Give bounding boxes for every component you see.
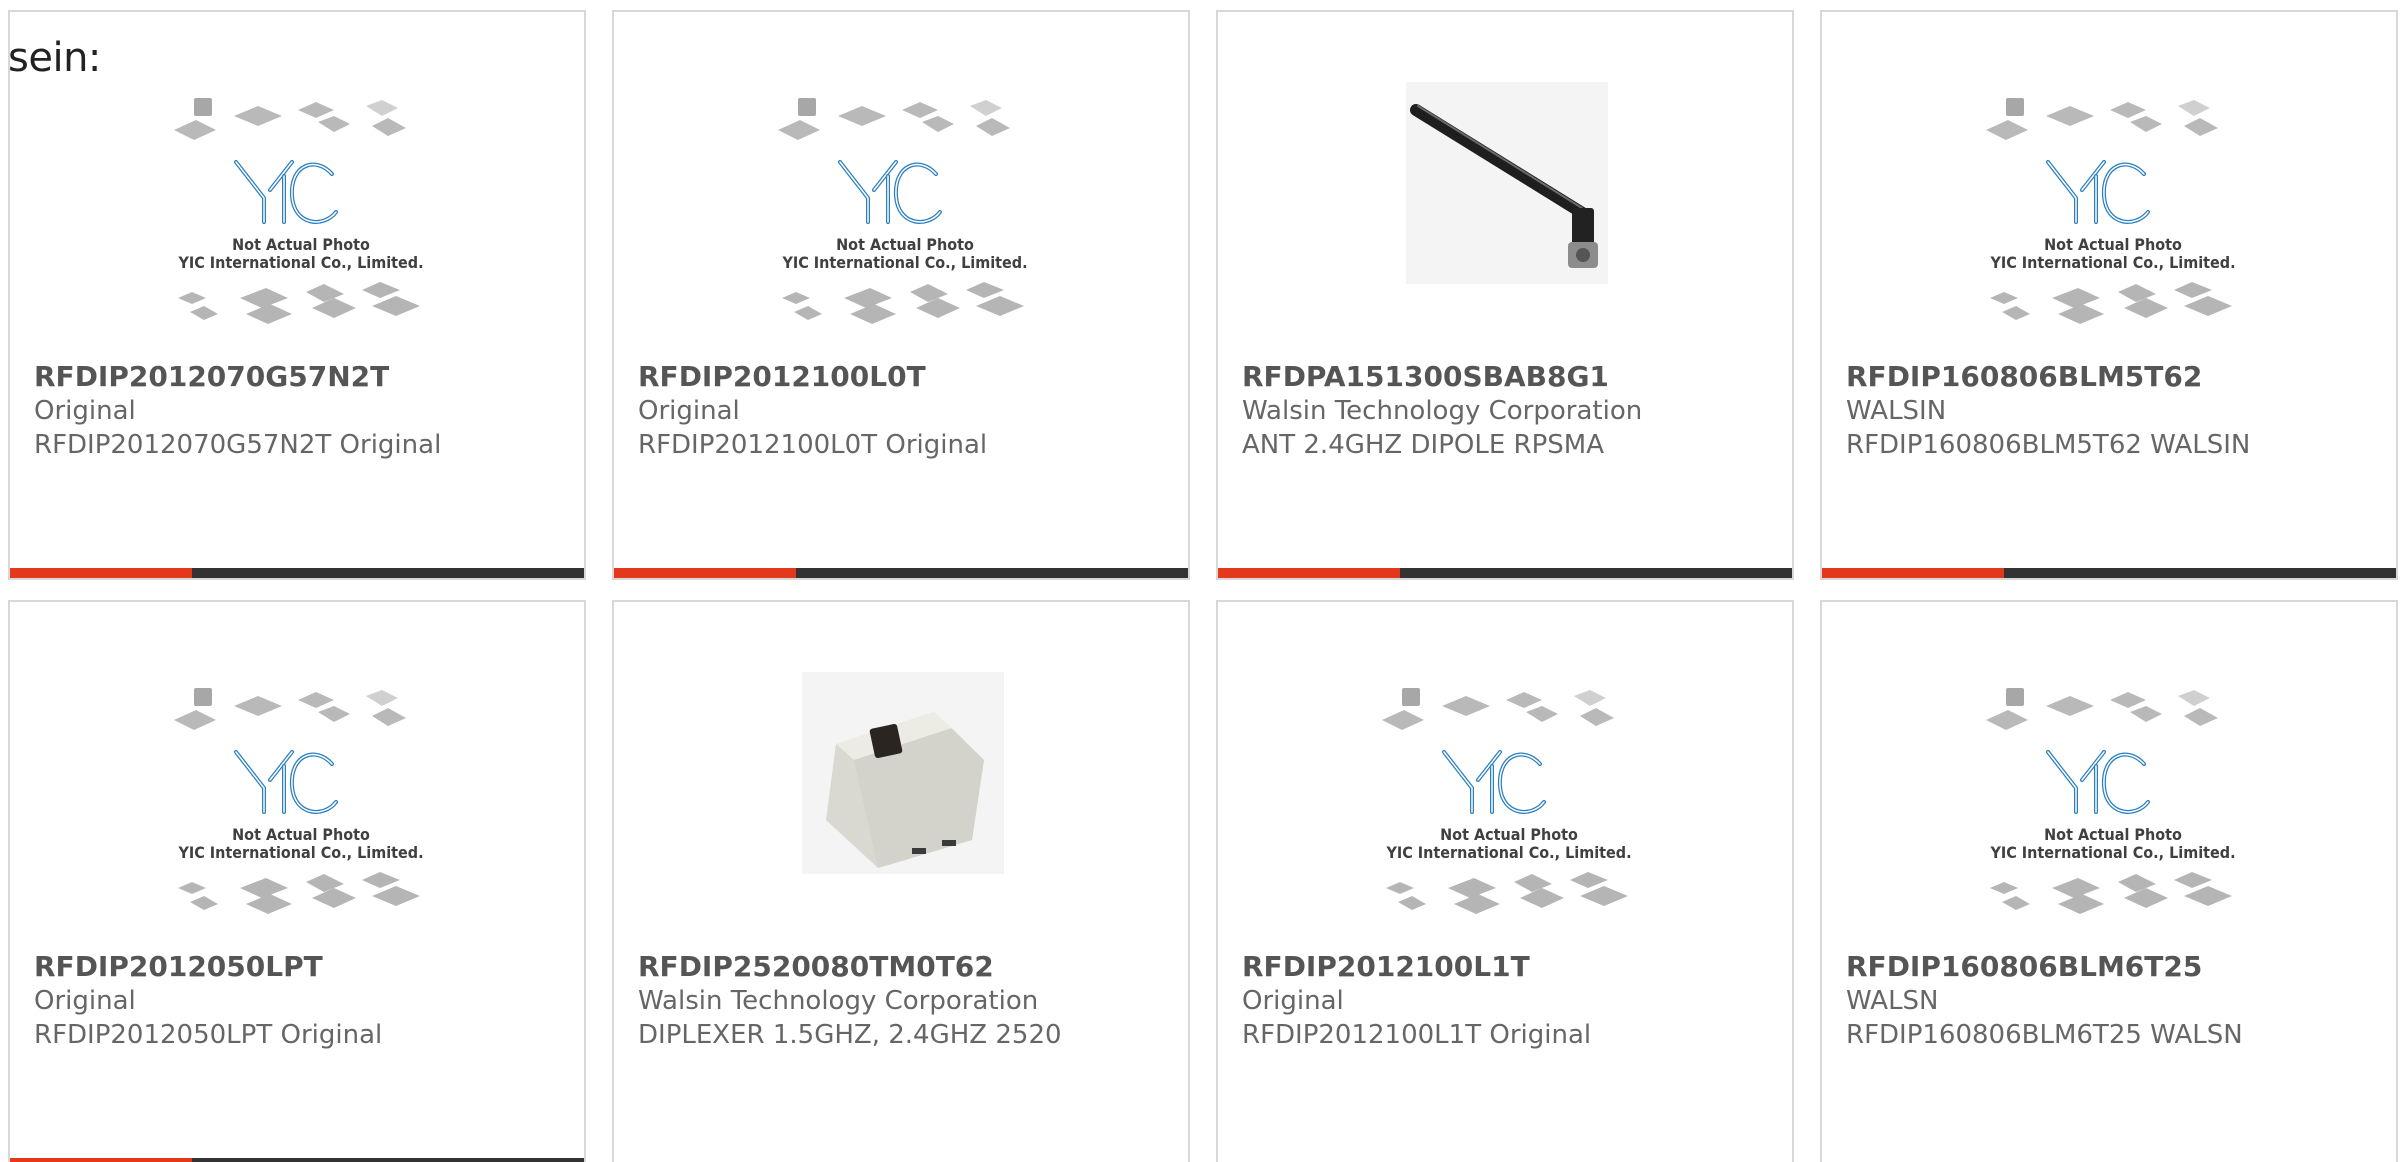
not-actual-photo-image: Not Actual Photo YIC International Co., … (778, 98, 1028, 324)
product-description: RFDIP160806BLM5T62 WALSIN (1846, 430, 2251, 460)
not-actual-photo-image: Not Actual Photo YIC International Co., … (1986, 98, 2236, 324)
manufacturer: Walsin Technology Corporation (1242, 396, 1643, 426)
manufacturer: Original (1242, 986, 1344, 1016)
not-actual-photo-image: Not Actual Photo YIC International Co., … (1382, 688, 1632, 914)
manufacturer: WALSN (1846, 986, 1939, 1016)
part-number[interactable]: RFDIP2520080TM0T62 (638, 950, 994, 984)
card-accent-bar (10, 1158, 192, 1162)
part-number[interactable]: RFDIP160806BLM6T25 (1846, 950, 2202, 984)
yic-logo-icon (838, 160, 942, 224)
not-actual-photo-text: Not Actual Photo (1440, 825, 1578, 844)
product-description: DIPLEXER 1.5GHZ, 2.4GHZ 2520 (638, 1020, 1062, 1050)
product-card[interactable]: Not Actual Photo YIC International Co., … (1216, 600, 1794, 1162)
not-actual-photo-text: Not Actual Photo (2044, 235, 2182, 254)
antenna-photo-image (1406, 82, 1608, 284)
company-name-text: YIC International Co., Limited. (177, 253, 423, 272)
product-grid: Not Actual Photo YIC International Co., … (8, 10, 2400, 1162)
company-name-text: YIC International Co., Limited. (1989, 843, 2235, 862)
product-card[interactable]: RFDPA151300SBAB8G1 Walsin Technology Cor… (1216, 10, 1794, 580)
yic-logo-icon (234, 750, 338, 814)
card-accent-bar (614, 568, 796, 578)
product-card[interactable]: Not Actual Photo YIC International Co., … (1820, 600, 2398, 1162)
product-description: RFDIP2012050LPT Original (34, 1020, 383, 1050)
part-number[interactable]: RFDPA151300SBAB8G1 (1242, 360, 1609, 394)
product-description: RFDIP160806BLM6T25 WALSN (1846, 1020, 2243, 1050)
product-description: RFDIP2012070G57N2T Original (34, 430, 442, 460)
product-card[interactable]: RFDIP2520080TM0T62 Walsin Technology Cor… (612, 600, 1190, 1162)
not-actual-photo-image: Not Actual Photo YIC International Co., … (1986, 688, 2236, 914)
part-number[interactable]: RFDIP2012100L0T (638, 360, 926, 394)
company-name-text: YIC International Co., Limited. (1989, 253, 2235, 272)
part-number[interactable]: RFDIP160806BLM5T62 (1846, 360, 2202, 394)
not-actual-photo-image: Not Actual Photo YIC International Co., … (174, 98, 424, 324)
part-number[interactable]: RFDIP2012070G57N2T (34, 360, 389, 394)
manufacturer: Original (34, 396, 136, 426)
manufacturer: WALSIN (1846, 396, 1947, 426)
product-card[interactable]: Not Actual Photo YIC International Co., … (8, 10, 586, 580)
lead-text: sein: (8, 35, 101, 81)
not-actual-photo-text: Not Actual Photo (836, 235, 974, 254)
product-card[interactable]: Not Actual Photo YIC International Co., … (612, 10, 1190, 580)
not-actual-photo-image: Not Actual Photo YIC International Co., … (174, 688, 424, 914)
not-actual-photo-text: Not Actual Photo (232, 235, 370, 254)
chip-component-photo-image (802, 672, 1004, 874)
card-accent-bar (10, 568, 192, 578)
product-card[interactable]: Not Actual Photo YIC International Co., … (1820, 10, 2398, 580)
manufacturer: Walsin Technology Corporation (638, 986, 1039, 1016)
company-name-text: YIC International Co., Limited. (781, 253, 1027, 272)
yic-logo-icon (2046, 750, 2150, 814)
yic-logo-icon (234, 160, 338, 224)
product-description: ANT 2.4GHZ DIPOLE RPSMA (1242, 430, 1604, 460)
card-accent-bar (1218, 568, 1400, 578)
manufacturer: Original (34, 986, 136, 1016)
company-name-text: YIC International Co., Limited. (177, 843, 423, 862)
not-actual-photo-text: Not Actual Photo (232, 825, 370, 844)
product-listing-page: sein: Not Actual Photo YIC International… (0, 0, 2400, 1162)
product-description: RFDIP2012100L0T Original (638, 430, 988, 460)
card-accent-bar (1822, 568, 2004, 578)
company-name-text: YIC International Co., Limited. (1385, 843, 1631, 862)
part-number[interactable]: RFDIP2012050LPT (34, 950, 323, 984)
product-description: RFDIP2012100L1T Original (1242, 1020, 1592, 1050)
yic-logo-icon (1442, 750, 1546, 814)
product-card[interactable]: Not Actual Photo YIC International Co., … (8, 600, 586, 1162)
manufacturer: Original (638, 396, 740, 426)
yic-logo-icon (2046, 160, 2150, 224)
not-actual-photo-text: Not Actual Photo (2044, 825, 2182, 844)
part-number[interactable]: RFDIP2012100L1T (1242, 950, 1530, 984)
